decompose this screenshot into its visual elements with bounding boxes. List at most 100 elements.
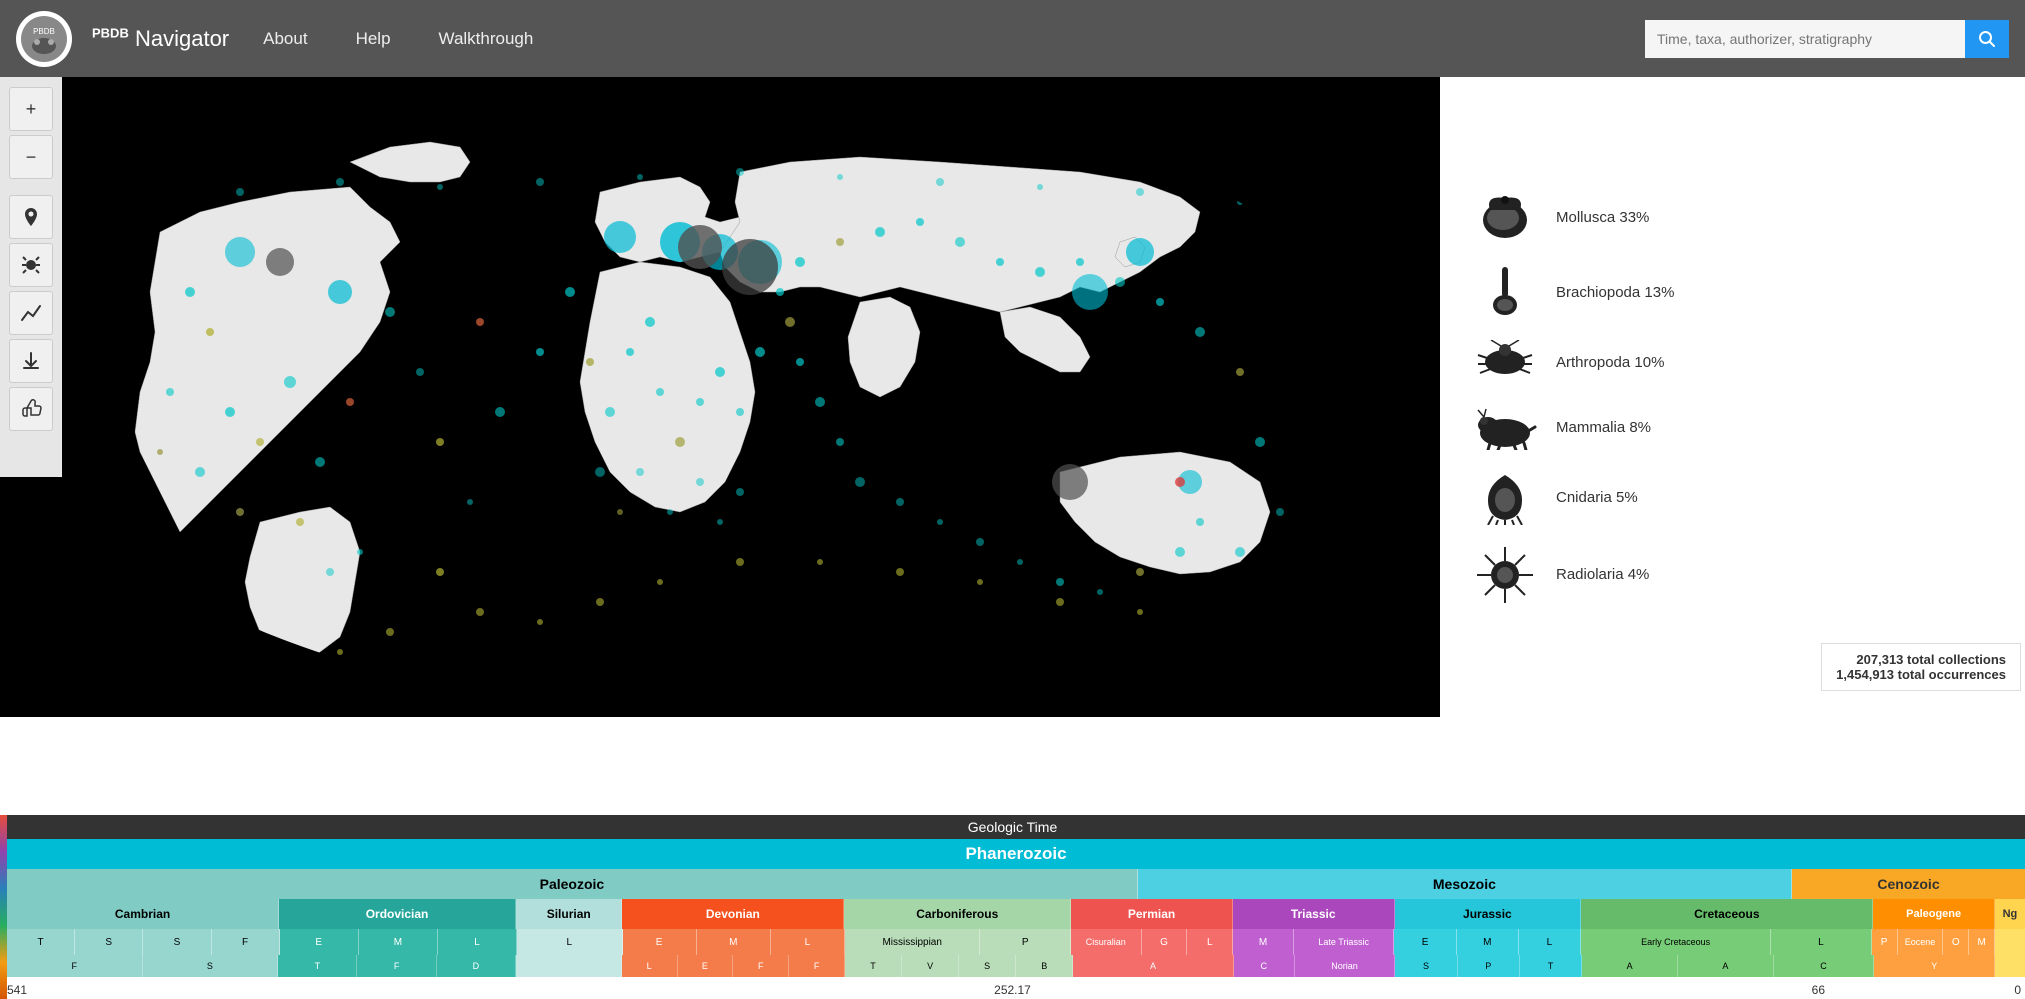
epoch-dev-e[interactable]: E (623, 929, 697, 955)
epoch-paleo-p[interactable]: P (1872, 929, 1898, 955)
age-carb-s[interactable]: S (959, 955, 1016, 977)
period-carboniferous[interactable]: Carboniferous (844, 899, 1071, 929)
period-cambrian[interactable]: Cambrian (7, 899, 279, 929)
nav-help[interactable]: Help (342, 29, 405, 49)
age-dev-f2[interactable]: F (789, 955, 845, 977)
age-cret-a2[interactable]: A (1678, 955, 1774, 977)
epoch-sil-l[interactable]: L (517, 929, 623, 955)
period-devonian[interactable]: Devonian (622, 899, 844, 929)
epoch-ord-m[interactable]: M (359, 929, 438, 955)
age-tri-c[interactable]: C (1234, 955, 1295, 977)
epoch-ord-e[interactable]: E (280, 929, 359, 955)
era-paleozoic[interactable]: Paleozoic (7, 869, 1138, 899)
period-permian[interactable]: Permian (1071, 899, 1233, 929)
scale-row: 541 252.17 66 0 (0, 977, 2025, 999)
world-map[interactable] (40, 92, 1400, 712)
app-title: PBDB Navigator (92, 25, 229, 51)
epoch-perm-g[interactable]: G (1142, 929, 1188, 955)
age-carb-t[interactable]: T (845, 955, 902, 977)
age-sil[interactable] (516, 955, 622, 977)
epoch-tri-late[interactable]: Late Triassic (1294, 929, 1395, 955)
taxa-brachiopoda: Brachiopoda 13% (1470, 265, 1995, 320)
age-carb-b[interactable]: B (1016, 955, 1073, 977)
taxa-arthropoda: Arthropoda 10% (1470, 340, 1995, 385)
age-jur-s[interactable]: S (1395, 955, 1457, 977)
epoch-perm-l[interactable]: L (1187, 929, 1233, 955)
age-cret-c[interactable]: C (1774, 955, 1875, 977)
epoch-row: T S S F E M L L E M L Mississippian P Ci… (0, 929, 2025, 955)
zoom-out-button[interactable]: − (9, 135, 53, 179)
arthropoda-label: Arthropoda 10% (1556, 354, 1664, 371)
search-button[interactable] (1965, 20, 2009, 58)
epoch-eocene[interactable]: Eocene (1898, 929, 1944, 955)
era-mesozoic[interactable]: Mesozoic (1138, 869, 1792, 899)
age-ng2[interactable] (1995, 955, 2025, 977)
epoch-jur-l[interactable]: L (1519, 929, 1581, 955)
period-triassic[interactable]: Triassic (1233, 899, 1395, 929)
epoch-jur-m[interactable]: M (1457, 929, 1519, 955)
epoch-ng[interactable] (1995, 929, 2025, 955)
cnidaria-label: Cnidaria 5% (1556, 489, 1638, 506)
nav-walkthrough[interactable]: Walkthrough (425, 29, 548, 49)
epoch-cambrian-s2[interactable]: S (143, 929, 211, 955)
age-ord-d[interactable]: D (437, 955, 516, 977)
nav-about[interactable]: About (249, 29, 321, 49)
era-row: Paleozoic Mesozoic Cenozoic (0, 869, 2025, 899)
epoch-tri-m[interactable]: M (1233, 929, 1294, 955)
age-norian[interactable]: Norian (1295, 955, 1396, 977)
feedback-button[interactable] (9, 387, 53, 431)
age-dev-f1[interactable]: F (733, 955, 789, 977)
age-jur-t[interactable]: T (1520, 955, 1582, 977)
mammalia-label: Mammalia 8% (1556, 419, 1651, 436)
epoch-dev-m[interactable]: M (697, 929, 771, 955)
epoch-carb-p[interactable]: P (980, 929, 1071, 955)
age-ord-t[interactable]: T (278, 955, 357, 977)
age-row: F S T F D L E F F T V S B A C Norian S P (0, 955, 2025, 977)
map-container[interactable] (0, 77, 1440, 717)
age-ord-f[interactable]: F (357, 955, 436, 977)
epoch-dev-l[interactable]: L (771, 929, 845, 955)
age-carb-v[interactable]: V (902, 955, 959, 977)
epoch-cret-early[interactable]: Early Cretaceous (1581, 929, 1771, 955)
epoch-jur-e[interactable]: E (1394, 929, 1456, 955)
epoch-ord-l[interactable]: L (438, 929, 517, 955)
stats-box: 207,313 total collections 1,454,913 tota… (1821, 643, 2021, 691)
period-paleogene[interactable]: Paleogene (1873, 899, 1994, 929)
period-jurassic[interactable]: Jurassic (1395, 899, 1582, 929)
age-paleo-y[interactable]: Y (1874, 955, 1995, 977)
taxa-cnidaria: Cnidaria 5% (1470, 470, 1995, 525)
epoch-cambrian-f[interactable]: F (212, 929, 280, 955)
epoch-cret-l[interactable]: L (1771, 929, 1872, 955)
period-ordovician[interactable]: Ordovician (279, 899, 516, 929)
epoch-olig[interactable]: O (1943, 929, 1969, 955)
age-perm-a[interactable]: A (1073, 955, 1234, 977)
search-input[interactable] (1645, 20, 1965, 58)
period-cretaceous[interactable]: Cretaceous (1581, 899, 1873, 929)
epoch-cambrian-t[interactable]: T (7, 929, 75, 955)
age-camb-f[interactable]: F (7, 955, 143, 977)
age-dev-e[interactable]: E (678, 955, 734, 977)
epoch-carb-miss[interactable]: Mississippian (845, 929, 980, 955)
bug-icon (20, 254, 42, 276)
age-dev-l[interactable]: L (622, 955, 678, 977)
bug-button[interactable] (9, 243, 53, 287)
era-cenozoic[interactable]: Cenozoic (1792, 869, 2025, 899)
period-ng[interactable]: Ng (1995, 899, 2025, 929)
age-jur-p[interactable]: P (1458, 955, 1520, 977)
epoch-mio[interactable]: M (1969, 929, 1995, 955)
eon-phanerozoic[interactable]: Phanerozoic (7, 839, 2025, 869)
age-camb-s[interactable]: S (143, 955, 279, 977)
zoom-in-button[interactable]: + (9, 87, 53, 131)
mammalia-icon (1470, 405, 1540, 450)
epoch-cambrian-s1[interactable]: S (75, 929, 143, 955)
location-filter-button[interactable] (9, 195, 53, 239)
logo: PBDB (16, 11, 72, 67)
period-silurian[interactable]: Silurian (516, 899, 622, 929)
epoch-perm-cis[interactable]: Cisuralian (1071, 929, 1142, 955)
download-button[interactable] (9, 339, 53, 383)
age-cret-a1[interactable]: A (1582, 955, 1678, 977)
eon-row: Phanerozoic (0, 839, 2025, 869)
taxa-radiolaria: Radiolaria 4% (1470, 545, 1995, 605)
chart-button[interactable] (9, 291, 53, 335)
cnidaria-icon (1470, 470, 1540, 525)
